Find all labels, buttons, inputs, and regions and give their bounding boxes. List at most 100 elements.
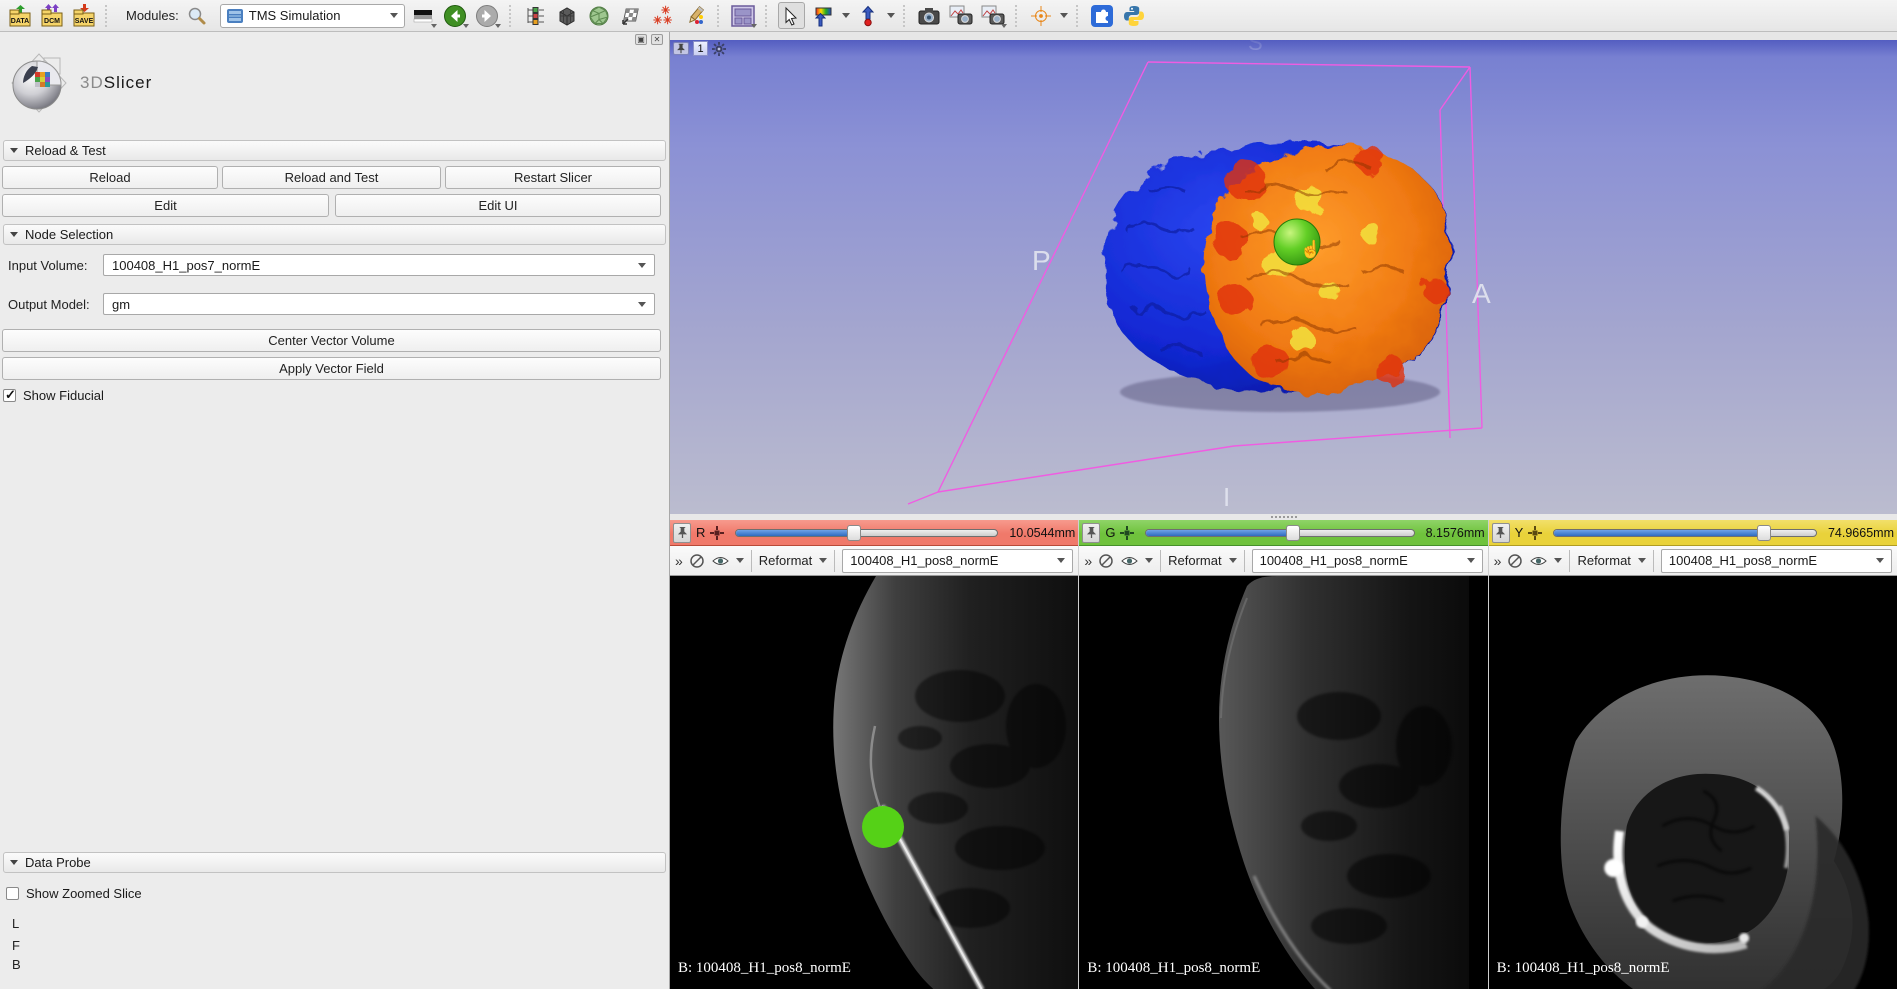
transforms-grid-icon[interactable]	[618, 2, 645, 29]
section-title: Node Selection	[25, 227, 113, 242]
restart-slicer-button[interactable]: Restart Slicer	[445, 166, 661, 189]
reformat-dropdown[interactable]: Reformat	[1168, 553, 1221, 568]
threed-view[interactable]: 1 S P A I	[670, 40, 1897, 514]
probe-line-f: F	[12, 938, 20, 953]
slice-visibility-icon[interactable]	[1528, 526, 1542, 540]
close-panel-icon[interactable]: ✕	[651, 34, 663, 45]
pin-icon[interactable]	[1082, 523, 1100, 543]
slice-viewport-red[interactable]: B: 100408_H1_pos8_normE	[670, 576, 1078, 989]
slice-volume-combobox[interactable]: 100408_H1_pos8_normE	[842, 549, 1073, 573]
slider-handle[interactable]	[847, 525, 861, 541]
history-forward-icon[interactable]	[474, 2, 501, 29]
toolbar-separator	[834, 550, 835, 572]
input-volume-combobox[interactable]: 100408_H1_pos7_normE	[103, 254, 655, 276]
slice-visibility-eye-icon[interactable]	[1121, 555, 1138, 567]
models-sphere-icon[interactable]	[586, 2, 613, 29]
adjust-window-level-icon[interactable]	[810, 2, 837, 29]
section-data-probe[interactable]: Data Probe	[3, 852, 666, 873]
python-console-icon[interactable]	[1121, 2, 1148, 29]
section-title: Reload & Test	[25, 143, 106, 158]
edit-button[interactable]: Edit	[2, 194, 329, 217]
slider-handle[interactable]	[1286, 525, 1300, 541]
mouse-pointer-icon[interactable]	[778, 2, 805, 29]
fiducial-sphere: ☝	[1274, 219, 1321, 265]
section-node-selection[interactable]: Node Selection	[3, 224, 666, 245]
viewport-volume-label: B: 100408_H1_pos8_normE	[678, 960, 851, 977]
more-options-chevrons[interactable]: »	[675, 553, 682, 569]
view-settings-gear-icon[interactable]	[712, 42, 726, 56]
module-search-icon[interactable]	[184, 2, 211, 29]
save-icon[interactable]: SAVE	[70, 2, 97, 29]
center-vector-volume-button[interactable]: Center Vector Volume	[2, 329, 661, 352]
pin-icon[interactable]	[1492, 523, 1510, 543]
more-options-chevrons[interactable]: »	[1494, 553, 1501, 569]
chevron-down-icon[interactable]	[887, 13, 895, 18]
load-data-icon[interactable]: DATA	[6, 2, 33, 29]
module-select[interactable]: TMS Simulation	[220, 4, 405, 28]
slice-viewport-green[interactable]: B: 100408_H1_pos8_normE	[1079, 576, 1487, 989]
more-options-chevrons[interactable]: »	[1084, 553, 1091, 569]
module-select-icon	[227, 9, 243, 23]
pin-icon[interactable]	[673, 523, 691, 543]
screenshot-icon[interactable]	[916, 2, 943, 29]
reload-button[interactable]: Reload	[2, 166, 218, 189]
show-fiducial-label: Show Fiducial	[23, 388, 104, 403]
input-volume-label: Input Volume:	[8, 258, 88, 273]
link-slices-icon[interactable]	[689, 553, 705, 569]
chevron-down-icon[interactable]	[1145, 558, 1153, 563]
reload-and-test-button[interactable]: Reload and Test	[222, 166, 441, 189]
load-dicom-icon[interactable]: DCM	[38, 2, 65, 29]
chevron-down-icon[interactable]	[1060, 13, 1068, 18]
link-slices-icon[interactable]	[1098, 553, 1114, 569]
chevron-down-icon	[1057, 558, 1065, 563]
chevron-down-icon[interactable]	[819, 558, 827, 563]
slice-visibility-icon[interactable]	[1120, 526, 1134, 540]
chevron-down-icon[interactable]	[736, 558, 744, 563]
chevron-down-icon[interactable]	[1554, 558, 1562, 563]
toolbar-separator	[1076, 5, 1081, 27]
markups-stars-icon[interactable]: ✳✳✳	[650, 2, 677, 29]
place-fiducial-icon[interactable]	[855, 2, 882, 29]
pin-icon[interactable]	[673, 42, 689, 55]
reformat-dropdown[interactable]: Reformat	[759, 553, 812, 568]
slice-offset-slider[interactable]	[1145, 523, 1414, 543]
show-fiducial-checkbox[interactable]	[3, 389, 16, 402]
slice-visibility-eye-icon[interactable]	[1530, 555, 1547, 567]
reformat-dropdown[interactable]: Reformat	[1577, 553, 1630, 568]
window-level-stripes-icon[interactable]	[410, 2, 437, 29]
output-model-combobox[interactable]: gm	[103, 293, 655, 315]
show-zoomed-slice-checkbox[interactable]	[6, 887, 19, 900]
module-hierarchy-icon[interactable]	[522, 2, 549, 29]
slice-visibility-eye-icon[interactable]	[712, 555, 729, 567]
slice-offset-slider[interactable]	[1553, 523, 1817, 543]
scene-view-icon[interactable]	[948, 2, 975, 29]
slice-image-red	[670, 576, 1078, 989]
slice-offset-slider[interactable]	[735, 523, 998, 543]
slider-fill	[1554, 530, 1763, 536]
show-zoomed-slice-label: Show Zoomed Slice	[26, 886, 142, 901]
slice-volume-combobox[interactable]: 100408_H1_pos8_normE	[1661, 549, 1892, 573]
extensions-manager-icon[interactable]	[1089, 2, 1116, 29]
chevron-down-icon[interactable]	[1638, 558, 1646, 563]
orientation-letter-posterior: P	[1032, 245, 1051, 277]
slice-toolbar: » Reformat 100408_H1_pos8_normE	[670, 546, 1078, 576]
chevron-down-icon[interactable]	[842, 13, 850, 18]
slice-visibility-icon[interactable]	[710, 526, 724, 540]
float-panel-icon[interactable]: ▣	[635, 34, 647, 45]
history-back-icon[interactable]	[442, 2, 469, 29]
slice-viewport-yellow[interactable]: B: 100408_H1_pos8_normE	[1489, 576, 1897, 989]
app-title: 3DSlicer	[80, 73, 152, 93]
layout-icon[interactable]	[730, 2, 757, 29]
section-reload-test[interactable]: Reload & Test	[3, 140, 666, 161]
link-slices-icon[interactable]	[1507, 553, 1523, 569]
toolbar-separator	[1244, 550, 1245, 572]
scene-view-capture-icon[interactable]	[980, 2, 1007, 29]
edit-ui-button[interactable]: Edit UI	[335, 194, 661, 217]
slice-volume-combobox[interactable]: 100408_H1_pos8_normE	[1252, 549, 1483, 573]
chevron-down-icon[interactable]	[1229, 558, 1237, 563]
apply-vector-field-button[interactable]: Apply Vector Field	[2, 357, 661, 380]
volumes-cube-icon[interactable]	[554, 2, 581, 29]
editor-pencil-icon[interactable]	[682, 2, 709, 29]
crosshair-icon[interactable]	[1028, 2, 1055, 29]
slider-handle[interactable]	[1757, 525, 1771, 541]
